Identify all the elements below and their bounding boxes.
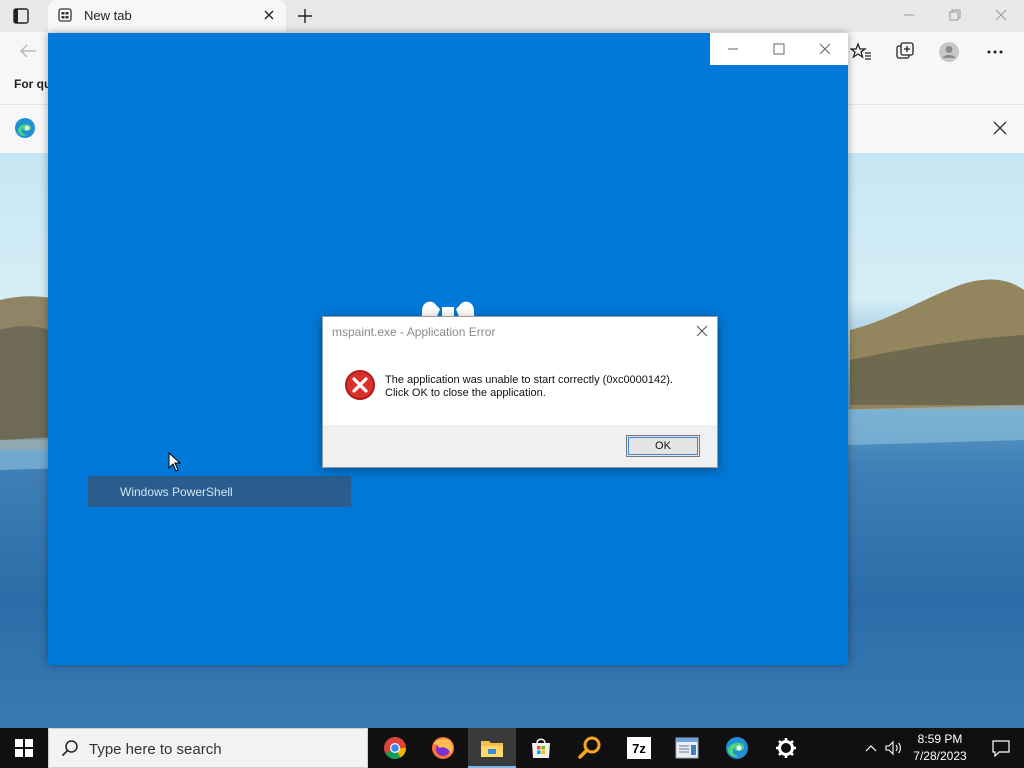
taskbar-settings[interactable] <box>762 728 810 768</box>
restore-icon <box>949 9 961 21</box>
firefox-icon <box>432 737 454 759</box>
action-center-button[interactable] <box>978 728 1024 768</box>
taskbar-notepad[interactable] <box>663 728 711 768</box>
minimize-icon <box>728 48 738 50</box>
close-tab-icon[interactable] <box>262 8 276 22</box>
list-item-label: Windows PowerShell <box>120 485 233 499</box>
store-icon <box>532 738 550 758</box>
clock-date: 7/28/2023 <box>913 749 967 763</box>
edge-icon <box>726 737 748 759</box>
taskbar-edge[interactable] <box>713 728 761 768</box>
taskbar: 7z 8:59 PM 7/28/2023 <box>0 728 1024 768</box>
taskbar-chrome[interactable] <box>371 728 419 768</box>
chevron-up-icon <box>865 745 877 752</box>
close-icon <box>819 43 831 55</box>
search-icon <box>61 740 78 757</box>
minimize-button[interactable] <box>886 0 932 30</box>
taskbar-clock[interactable]: 8:59 PM 7/28/2023 <box>906 731 974 767</box>
notification-icon <box>992 740 1010 757</box>
app-close-button[interactable] <box>802 33 848 65</box>
taskbar-file-explorer[interactable] <box>468 728 516 768</box>
file-explorer-icon <box>481 741 503 757</box>
chrome-icon <box>384 737 406 759</box>
tab-title: New tab <box>84 8 132 23</box>
dialog-message-line2: Click OK to close the application. <box>385 387 546 399</box>
collections-icon[interactable] <box>894 41 916 63</box>
7zip-icon: 7z <box>627 737 651 759</box>
favorites-star-icon[interactable] <box>850 41 872 63</box>
close-icon <box>995 9 1007 21</box>
app-window-controls <box>710 33 848 65</box>
maximize-icon <box>773 43 785 55</box>
back-arrow-icon[interactable] <box>18 42 38 60</box>
error-dialog: mspaint.exe - Application Error The appl… <box>322 316 718 468</box>
new-tab-icon <box>58 8 72 22</box>
dialog-footer: OK <box>323 425 717 467</box>
app-minimize-button[interactable] <box>710 33 756 65</box>
more-menu-icon[interactable] <box>984 41 1006 63</box>
volume-button[interactable] <box>882 728 906 768</box>
settings-icon <box>776 738 796 758</box>
app-maximize-button[interactable] <box>756 33 802 65</box>
dialog-close-icon[interactable] <box>695 324 709 338</box>
mouse-cursor-icon <box>168 452 182 472</box>
volume-icon <box>885 740 901 756</box>
list-item-windows-powershell[interactable]: Windows PowerShell <box>88 476 351 507</box>
taskbar-search-tool[interactable] <box>566 728 614 768</box>
tab-strip: New tab <box>0 0 1024 32</box>
search-input[interactable] <box>87 737 351 761</box>
close-infobar-icon[interactable] <box>992 120 1008 136</box>
dialog-message-line1: The application was unable to start corr… <box>385 374 673 386</box>
notepad-icon <box>675 737 699 759</box>
error-icon <box>345 370 375 400</box>
dialog-title: mspaint.exe - Application Error <box>332 325 496 339</box>
windows-logo-icon <box>15 739 33 757</box>
show-hidden-icons-button[interactable] <box>860 728 882 768</box>
search-tool-icon <box>578 736 601 759</box>
taskbar-firefox[interactable] <box>419 728 467 768</box>
svg-text:7z: 7z <box>632 741 646 756</box>
taskbar-store[interactable] <box>517 728 565 768</box>
close-window-button[interactable] <box>978 0 1024 30</box>
favorites-bar-text: For qu <box>14 77 52 91</box>
taskbar-7zip[interactable]: 7z <box>615 728 663 768</box>
edge-logo-icon <box>15 118 35 138</box>
taskbar-search[interactable] <box>48 728 368 768</box>
clock-time: 8:59 PM <box>917 732 963 746</box>
profile-avatar-icon[interactable] <box>938 41 960 63</box>
dialog-message: The application was unable to start corr… <box>385 374 673 400</box>
restore-button[interactable] <box>932 0 978 30</box>
minimize-icon <box>904 14 914 16</box>
start-button[interactable] <box>0 728 48 768</box>
add-tab-icon[interactable] <box>296 7 314 25</box>
tab-actions-icon[interactable] <box>12 7 30 25</box>
tab-new-tab[interactable]: New tab <box>48 0 286 32</box>
ok-button[interactable]: OK <box>626 435 700 457</box>
